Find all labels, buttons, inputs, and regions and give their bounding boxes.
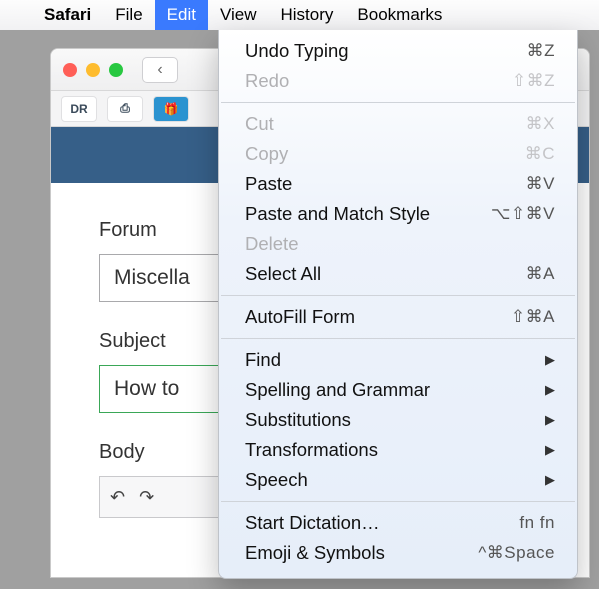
menu-item-spelling-and-grammar[interactable]: Spelling and Grammar▶ (219, 375, 577, 405)
menu-item-select-all[interactable]: Select All⌘A (219, 259, 577, 289)
edit-menu-dropdown: Undo Typing⌘ZRedo⇧⌘ZCut⌘XCopy⌘CPaste⌘VPa… (218, 30, 578, 579)
menu-item-delete: Delete (219, 229, 577, 259)
favorites-item[interactable]: DR (61, 96, 97, 122)
menubar-view[interactable]: View (208, 0, 269, 30)
favorites-item[interactable]: 🎁 (153, 96, 189, 122)
menu-separator (221, 501, 575, 502)
menu-separator (221, 295, 575, 296)
menubar-history[interactable]: History (269, 0, 346, 30)
menu-item-label: Spelling and Grammar (245, 379, 545, 401)
menu-item-speech[interactable]: Speech▶ (219, 465, 577, 495)
menubar-edit[interactable]: Edit (155, 0, 208, 30)
chevron-right-icon: ▶ (545, 472, 555, 488)
close-traffic-light[interactable] (63, 63, 77, 77)
menu-item-shortcut: ⇧⌘Z (512, 71, 555, 91)
chevron-left-icon: ‹ (157, 61, 162, 79)
menu-item-label: Find (245, 349, 545, 371)
menubar: Safari File Edit View History Bookmarks (0, 0, 599, 30)
redo-icon[interactable]: ↷ (139, 487, 154, 508)
menu-item-label: Emoji & Symbols (245, 542, 478, 564)
menu-item-shortcut: ⌘V (526, 174, 555, 194)
menu-item-label: Redo (245, 70, 512, 92)
menu-separator (221, 338, 575, 339)
menu-item-label: Paste and Match Style (245, 203, 491, 225)
chevron-right-icon: ▶ (545, 412, 555, 428)
zoom-traffic-light[interactable] (109, 63, 123, 77)
menu-item-label: Select All (245, 263, 526, 285)
menu-item-label: AutoFill Form (245, 306, 511, 328)
menu-item-shortcut: ⌘A (526, 264, 555, 284)
menu-item-label: Cut (245, 113, 526, 135)
chevron-right-icon: ▶ (545, 352, 555, 368)
favorites-item[interactable]: ⎙ (107, 96, 143, 122)
undo-icon[interactable]: ↶ (110, 487, 125, 508)
menubar-bookmarks[interactable]: Bookmarks (345, 0, 454, 30)
menu-item-shortcut: ⌘Z (527, 41, 555, 61)
menu-item-cut: Cut⌘X (219, 109, 577, 139)
minimize-traffic-light[interactable] (86, 63, 100, 77)
menu-item-label: Speech (245, 469, 545, 491)
menubar-app[interactable]: Safari (32, 0, 103, 30)
menu-item-label: Copy (245, 143, 525, 165)
menu-item-redo: Redo⇧⌘Z (219, 66, 577, 96)
menu-item-label: Paste (245, 173, 526, 195)
menu-item-label: Delete (245, 233, 555, 255)
menu-item-undo-typing[interactable]: Undo Typing⌘Z (219, 36, 577, 66)
menu-item-copy: Copy⌘C (219, 139, 577, 169)
menu-item-label: Substitutions (245, 409, 545, 431)
menu-item-label: Undo Typing (245, 40, 527, 62)
menu-item-paste[interactable]: Paste⌘V (219, 169, 577, 199)
menu-item-shortcut: ^⌘Space (478, 543, 555, 563)
back-button[interactable]: ‹ (142, 57, 178, 83)
menu-item-transformations[interactable]: Transformations▶ (219, 435, 577, 465)
menu-item-shortcut: ⌥⇧⌘V (491, 204, 555, 224)
menu-item-shortcut: fn fn (519, 513, 555, 533)
menu-item-shortcut: ⌘X (526, 114, 555, 134)
menu-item-find[interactable]: Find▶ (219, 345, 577, 375)
menu-item-shortcut: ⇧⌘A (511, 307, 555, 327)
menu-item-label: Start Dictation… (245, 512, 519, 534)
chevron-right-icon: ▶ (545, 382, 555, 398)
menu-item-start-dictation[interactable]: Start Dictation…fn fn (219, 508, 577, 538)
menu-item-paste-and-match-style[interactable]: Paste and Match Style⌥⇧⌘V (219, 199, 577, 229)
menu-separator (221, 102, 575, 103)
menubar-file[interactable]: File (103, 0, 154, 30)
menu-item-substitutions[interactable]: Substitutions▶ (219, 405, 577, 435)
menu-item-autofill-form[interactable]: AutoFill Form⇧⌘A (219, 302, 577, 332)
menu-item-emoji-symbols[interactable]: Emoji & Symbols^⌘Space (219, 538, 577, 568)
menu-item-shortcut: ⌘C (525, 144, 555, 164)
chevron-right-icon: ▶ (545, 442, 555, 458)
menu-item-label: Transformations (245, 439, 545, 461)
